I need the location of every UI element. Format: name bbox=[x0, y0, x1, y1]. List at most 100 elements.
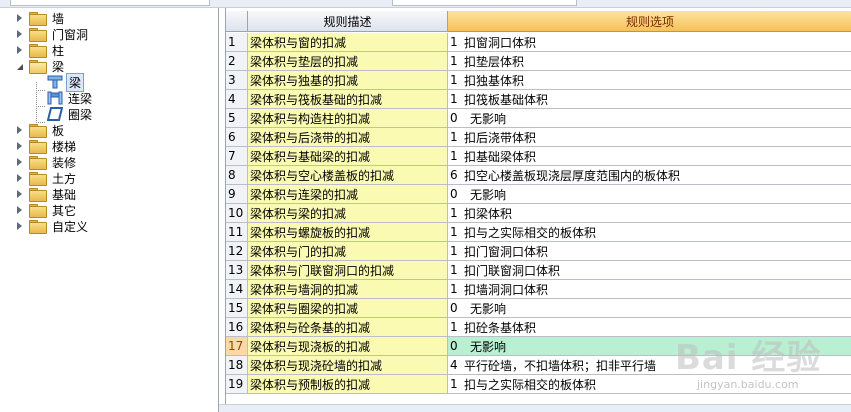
collapse-arrow-icon[interactable] bbox=[14, 58, 24, 74]
row-number: 4 bbox=[226, 90, 248, 109]
rule-option-text: 扣与之实际相交的板体积 bbox=[464, 377, 597, 392]
rule-option-cell[interactable]: 1 扣基础梁体积 bbox=[448, 147, 851, 166]
tree-item-foundation[interactable]: 基础 bbox=[14, 186, 78, 202]
table-row[interactable]: 14 梁体积与墙洞的扣减 1 扣墙洞洞口体积 bbox=[226, 280, 851, 299]
expand-arrow-icon[interactable] bbox=[14, 154, 24, 170]
rule-option-cell[interactable]: 1 扣与之实际相交的板体积 bbox=[448, 223, 851, 242]
row-number: 5 bbox=[226, 109, 248, 128]
rule-option-text: 扣墙洞洞口体积 bbox=[464, 282, 549, 297]
rule-option-cell[interactable]: 0 无影响 bbox=[448, 337, 851, 356]
rule-option-code: 4 bbox=[450, 358, 458, 372]
table-row[interactable]: 2 梁体积与垫层的扣减 1 扣垫层体积 bbox=[226, 52, 851, 71]
rule-option-code: 1 bbox=[450, 320, 458, 334]
rule-option-cell[interactable]: 0 无影响 bbox=[448, 109, 851, 128]
rule-option-cell[interactable]: 1 扣垫层体积 bbox=[448, 52, 851, 71]
table-row[interactable]: 11 梁体积与螺旋板的扣减 1 扣与之实际相交的板体积 bbox=[226, 223, 851, 242]
tree-item-ring-beam[interactable]: 圈梁 bbox=[47, 106, 94, 122]
rule-option-text: 平行砼墙，不扣墙体积；扣非平行墙 bbox=[464, 358, 657, 373]
rule-description-cell: 梁体积与筏板基础的扣减 bbox=[248, 90, 448, 109]
tree-guide-line bbox=[36, 90, 45, 91]
tree-item-column[interactable]: 柱 bbox=[14, 42, 66, 58]
rule-option-cell[interactable]: 1 扣筏板基础体积 bbox=[448, 90, 851, 109]
table-row[interactable]: 12 梁体积与门的扣减 1 扣门窗洞口体积 bbox=[226, 242, 851, 261]
tree-item-decoration[interactable]: 装修 bbox=[14, 154, 78, 170]
rule-option-text: 无影响 bbox=[470, 111, 507, 126]
tree-item-slab[interactable]: 板 bbox=[14, 122, 66, 138]
rule-option-cell[interactable]: 4 平行砼墙，不扣墙体积；扣非平行墙 bbox=[448, 356, 851, 375]
rule-option-cell[interactable]: 1 扣后浇带体积 bbox=[448, 128, 851, 147]
table-row[interactable]: 18 梁体积与现浇砼墙的扣减 4 平行砼墙，不扣墙体积；扣非平行墙 bbox=[226, 356, 851, 375]
tree-item-label: 板 bbox=[52, 123, 65, 138]
tree-item-custom[interactable]: 自定义 bbox=[14, 218, 90, 234]
row-number: 6 bbox=[226, 128, 248, 147]
tree-item-wall[interactable]: 墙 bbox=[14, 10, 66, 26]
table-row[interactable]: 7 梁体积与基础梁的扣减 1 扣基础梁体积 bbox=[226, 147, 851, 166]
rule-option-cell[interactable]: 0 无影响 bbox=[448, 299, 851, 318]
table-row[interactable]: 13 梁体积与门联窗洞口的扣减 1 扣门联窗洞口体积 bbox=[226, 261, 851, 280]
table-row[interactable]: 10 梁体积与梁的扣减 1 扣梁体积 bbox=[226, 204, 851, 223]
folder-icon bbox=[29, 12, 47, 26]
tree-item-earthwork[interactable]: 土方 bbox=[14, 170, 78, 186]
rule-description-cell: 梁体积与构造柱的扣减 bbox=[248, 109, 448, 128]
expand-arrow-icon[interactable] bbox=[14, 26, 24, 42]
table-row[interactable]: 9 梁体积与连梁的扣减 0 无影响 bbox=[226, 185, 851, 204]
rule-option-code: 0 bbox=[450, 111, 458, 125]
table-row[interactable]: 8 梁体积与空心楼盖板的扣减 6 扣空心楼盖板现浇层厚度范围内的板体积 bbox=[226, 166, 851, 185]
row-number: 17 bbox=[226, 337, 248, 356]
rule-option-cell[interactable]: 0 无影响 bbox=[448, 185, 851, 204]
table-row[interactable]: 3 梁体积与独基的扣减 1 扣独基体积 bbox=[226, 71, 851, 90]
expand-arrow-icon[interactable] bbox=[14, 42, 24, 58]
tree-item-door-window[interactable]: 门窗洞 bbox=[14, 26, 90, 42]
rule-option-cell[interactable]: 1 扣门联窗洞口体积 bbox=[448, 261, 851, 280]
row-number: 11 bbox=[226, 223, 248, 242]
tree-item-stair[interactable]: 楼梯 bbox=[14, 138, 78, 154]
rule-option-cell[interactable]: 1 扣梁体积 bbox=[448, 204, 851, 223]
table-row[interactable]: 19 梁体积与预制板的扣减 1 扣与之实际相交的板体积 bbox=[226, 375, 851, 394]
row-number-header bbox=[226, 11, 248, 32]
rule-option-cell[interactable]: 1 扣墙洞洞口体积 bbox=[448, 280, 851, 299]
tree-item-beam-group[interactable]: 梁 bbox=[14, 58, 66, 74]
rule-description-cell: 梁体积与门的扣减 bbox=[248, 242, 448, 261]
toolbar-field-left[interactable] bbox=[10, 0, 210, 6]
expand-arrow-icon[interactable] bbox=[14, 170, 24, 186]
tree-item-other[interactable]: 其它 bbox=[14, 202, 78, 218]
rule-option-cell[interactable]: 1 扣独基体积 bbox=[448, 71, 851, 90]
table-row[interactable]: 16 梁体积与砼条基的扣减 1 扣砼条基体积 bbox=[226, 318, 851, 337]
table-row[interactable]: 17 梁体积与现浇板的扣减 0 无影响 bbox=[226, 337, 851, 356]
toolbar-field[interactable] bbox=[392, 0, 577, 6]
table-row[interactable]: 5 梁体积与构造柱的扣减 0 无影响 bbox=[226, 109, 851, 128]
rule-option-text: 扣砼条基体积 bbox=[464, 320, 537, 335]
table-row[interactable]: 6 梁体积与后浇带的扣减 1 扣后浇带体积 bbox=[226, 128, 851, 147]
expand-arrow-icon[interactable] bbox=[14, 122, 24, 138]
rule-option-cell[interactable]: 1 扣窗洞口体积 bbox=[448, 33, 851, 52]
table-row[interactable]: 1 梁体积与窗的扣减 1 扣窗洞口体积 bbox=[226, 33, 851, 52]
table-row[interactable]: 15 梁体积与圈梁的扣减 0 无影响 bbox=[226, 299, 851, 318]
tree-item-beam[interactable]: 梁 bbox=[47, 72, 85, 92]
folder-icon bbox=[29, 28, 47, 42]
expand-arrow-icon[interactable] bbox=[14, 202, 24, 218]
rule-option-code: 1 bbox=[450, 73, 458, 87]
rule-option-cell[interactable]: 1 扣门窗洞口体积 bbox=[448, 242, 851, 261]
tree-item-label: 基础 bbox=[52, 187, 77, 202]
rule-description-cell: 梁体积与螺旋板的扣减 bbox=[248, 223, 448, 242]
rule-option-code: 1 bbox=[450, 244, 458, 258]
tree-item-coupling-beam[interactable]: 连梁 bbox=[47, 90, 94, 106]
rule-option-cell[interactable]: 1 扣砼条基体积 bbox=[448, 318, 851, 337]
expand-arrow-icon[interactable] bbox=[14, 138, 24, 154]
rule-option-cell[interactable]: 1 扣与之实际相交的板体积 bbox=[448, 375, 851, 394]
expand-arrow-icon[interactable] bbox=[14, 218, 24, 234]
column-header-rule-description[interactable]: 规则描述 bbox=[248, 11, 448, 32]
column-header-rule-option[interactable]: 规则选项 bbox=[448, 11, 851, 32]
expand-arrow-icon[interactable] bbox=[14, 10, 24, 26]
rule-option-cell[interactable]: 6 扣空心楼盖板现浇层厚度范围内的板体积 bbox=[448, 166, 851, 185]
tree-item-label: 自定义 bbox=[52, 219, 89, 234]
rule-description-cell: 梁体积与连梁的扣减 bbox=[248, 185, 448, 204]
tree-item-label: 连梁 bbox=[68, 91, 93, 106]
folder-icon bbox=[29, 172, 47, 186]
expand-arrow-icon[interactable] bbox=[14, 186, 24, 202]
rule-option-code: 1 bbox=[450, 54, 458, 68]
table-row[interactable]: 4 梁体积与筏板基础的扣减 1 扣筏板基础体积 bbox=[226, 90, 851, 109]
rule-option-text: 扣后浇带体积 bbox=[464, 130, 537, 145]
rule-description-cell: 梁体积与预制板的扣减 bbox=[248, 375, 448, 394]
rule-description-cell: 梁体积与圈梁的扣减 bbox=[248, 299, 448, 318]
